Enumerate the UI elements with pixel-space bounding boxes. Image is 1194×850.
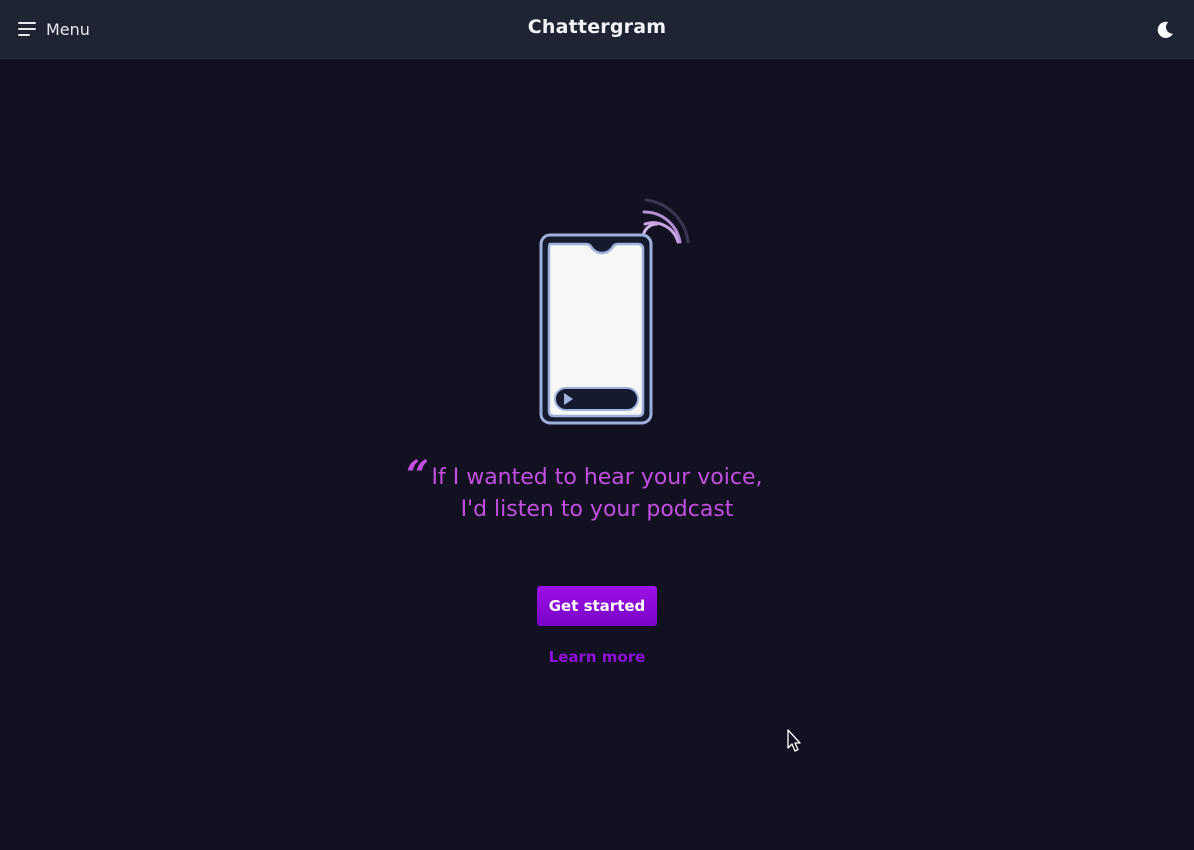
- hero-quote: “ If I wanted to hear your voice, I'd li…: [400, 456, 794, 526]
- moon-icon: [1157, 21, 1173, 38]
- phone-podcast-illustration: [539, 198, 690, 425]
- quote-mark: “: [406, 452, 430, 499]
- get-started-button[interactable]: Get started: [537, 586, 657, 626]
- quote-line-1: If I wanted to hear your voice,: [431, 465, 763, 490]
- theme-toggle-button[interactable]: [1150, 15, 1180, 45]
- mouse-cursor-icon: [787, 729, 801, 752]
- top-navigation-bar: Menu Chattergram: [0, 0, 1194, 59]
- app-title: Chattergram: [527, 16, 667, 38]
- learn-more-link[interactable]: Learn more: [537, 648, 657, 666]
- quote-line-2: I'd listen to your podcast: [460, 497, 734, 522]
